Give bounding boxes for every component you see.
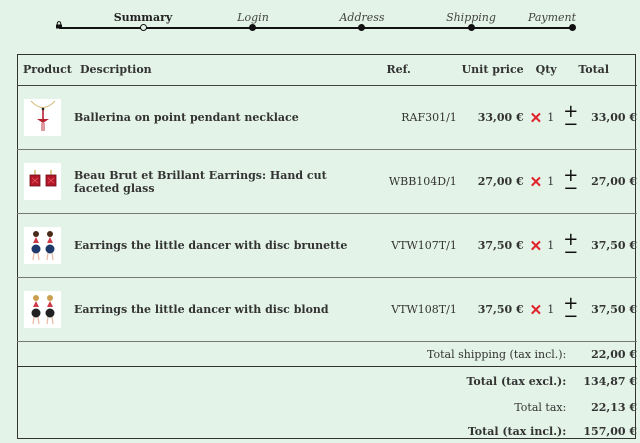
item-unit-price: 33,00 € [456, 85, 524, 150]
necklace-icon [30, 100, 55, 131]
total-excl-value: 134,87 € [578, 366, 637, 395]
item-description[interactable]: Earrings the little dancer with disc bru… [73, 213, 363, 278]
checkout-progress: Summary Login Address Shipping Payment [0, 0, 640, 40]
product-thumbnail[interactable] [24, 291, 61, 328]
step-summary-dot [140, 24, 147, 31]
remove-item-icon[interactable]: ✕ [530, 173, 543, 191]
cart-item-row: Earrings the little dancer with disc blo… [17, 277, 637, 342]
tax-incl-total-row: Total (tax incl.): 157,00 € [17, 419, 637, 443]
total-incl-value: 157,00 € [583, 424, 637, 438]
dancer-earrings-icon [31, 294, 54, 324]
cart-header-row: Product Description Ref. Unit price Qty … [17, 54, 637, 86]
item-description[interactable]: Ballerina on point pendant necklace [73, 85, 363, 150]
step-address-dot [358, 24, 365, 31]
item-unit-price: 37,50 € [456, 213, 524, 278]
cart-table: Product Description Ref. Unit price Qty … [17, 54, 637, 443]
red-earrings-icon [29, 169, 56, 186]
remove-item-icon[interactable]: ✕ [530, 109, 543, 127]
item-ref: VTW108T/1 [362, 277, 457, 342]
tax-total-row: Total tax: 22,13 € [17, 395, 637, 419]
item-quantity: 1 [547, 111, 555, 124]
cart-item-row: Beau Brut et Brillant Earrings: Hand cut… [17, 149, 637, 214]
total-tax-label: Total tax: [514, 400, 567, 414]
item-description[interactable]: Earrings the little dancer with disc blo… [73, 277, 363, 342]
dancer-earrings-icon [31, 230, 54, 260]
decrease-qty-icon[interactable]: − [563, 307, 578, 325]
shipping-label: Total shipping (tax incl.): [426, 347, 567, 361]
item-ref: VTW107T/1 [362, 213, 457, 278]
item-ref: RAF301/1 [362, 85, 457, 150]
progress-line [59, 27, 573, 29]
total-excl-label: Total (tax excl.): [17, 366, 579, 395]
remove-item-icon[interactable]: ✕ [530, 237, 543, 255]
step-login-dot [249, 24, 256, 31]
decrease-qty-icon[interactable]: − [563, 243, 578, 261]
item-description[interactable]: Beau Brut et Brillant Earrings: Hand cut… [73, 149, 363, 214]
item-total: 37,50 € [578, 213, 637, 278]
item-quantity: 1 [547, 303, 555, 316]
tax-excl-total-row: Total (tax excl.): 134,87 € [17, 366, 637, 395]
step-login[interactable]: Login [237, 11, 269, 24]
item-total: 37,50 € [578, 277, 637, 342]
step-summary: Summary [113, 11, 173, 24]
header-product: Product [17, 54, 74, 86]
decrease-qty-icon[interactable]: − [563, 179, 578, 197]
item-total: 27,00 € [578, 149, 637, 214]
product-thumbnail[interactable] [24, 99, 61, 136]
step-address[interactable]: Address [339, 11, 384, 24]
item-unit-price: 27,00 € [456, 149, 524, 214]
step-payment[interactable]: Payment [528, 11, 576, 24]
header-qty: Qty [523, 54, 579, 86]
header-total: Total [578, 54, 637, 86]
cart-item-row: Ballerina on point pendant necklace RAF3… [17, 85, 637, 150]
remove-item-icon[interactable]: ✕ [530, 301, 543, 319]
shipping-total-row: Total shipping (tax incl.): 22,00 € [17, 342, 637, 367]
header-unit-price: Unit price [456, 54, 524, 86]
header-description: Description [73, 54, 363, 86]
header-ref: Ref. [362, 54, 457, 86]
item-quantity: 1 [547, 175, 555, 188]
item-quantity: 1 [547, 239, 555, 252]
product-thumbnail[interactable] [24, 227, 61, 264]
cart-item-row: Earrings the little dancer with disc bru… [17, 213, 637, 278]
shipping-value: 22,00 € [591, 347, 637, 361]
total-tax-value: 22,13 € [591, 400, 637, 414]
item-unit-price: 37,50 € [456, 277, 524, 342]
step-payment-dot [569, 24, 576, 31]
decrease-qty-icon[interactable]: − [563, 115, 578, 133]
step-shipping-dot [468, 24, 475, 31]
item-ref: WBB104D/1 [362, 149, 457, 214]
lock-icon [56, 21, 62, 29]
total-incl-label: Total (tax incl.): [467, 424, 567, 438]
item-total: 33,00 € [578, 85, 637, 150]
step-shipping[interactable]: Shipping [446, 11, 496, 24]
product-thumbnail[interactable] [24, 163, 61, 200]
